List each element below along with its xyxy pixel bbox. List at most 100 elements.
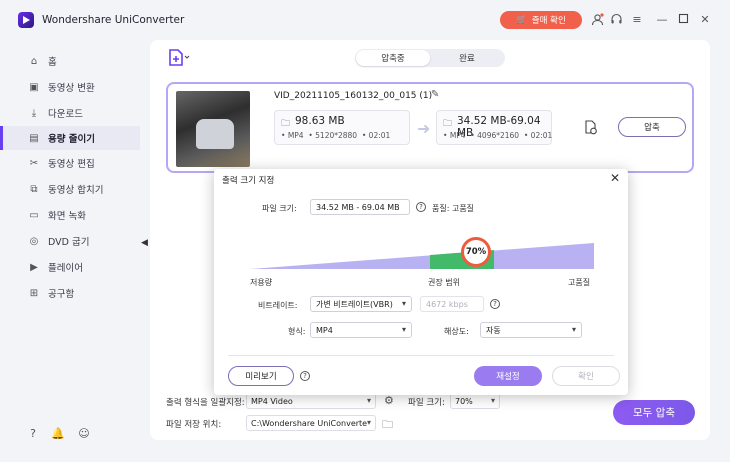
sidebar-item-edit[interactable]: ✂ 동영상 편집 [0, 151, 140, 175]
help-icon[interactable]: ? [26, 427, 40, 441]
source-duration: 02:01 [368, 131, 391, 140]
account-icon[interactable] [590, 13, 604, 27]
bitrate-mode-value: 가변 비트레이트(VBR) [316, 299, 393, 309]
save-path-label: 파일 저장 위치: [166, 420, 222, 430]
tab-completed[interactable]: 완료 [430, 50, 504, 66]
rename-icon[interactable]: ✎ [431, 89, 439, 100]
bitrate-mode-select[interactable]: 가변 비트레이트(VBR) ▾ [310, 296, 412, 312]
sidebar-item-player[interactable]: ▶ 플레이어 [0, 255, 140, 279]
add-file-icon[interactable] [168, 49, 190, 67]
buy-button-label: 즐매 확인 [531, 16, 566, 26]
bitrate-label: 비트레이트: [258, 301, 298, 310]
file-size-value: 70% [455, 396, 473, 406]
convert-icon: ▣ [29, 81, 39, 93]
app-logo-icon [18, 12, 34, 28]
format-select[interactable]: MP4 ▾ [310, 322, 412, 338]
chevron-down-icon: ▾ [401, 325, 406, 334]
status-tabs: 압축중 완료 [355, 49, 505, 67]
reset-button[interactable]: 재설정 [474, 366, 542, 386]
preview-button[interactable]: 미리보기 [228, 366, 294, 386]
merge-icon: ⧉ [30, 183, 38, 195]
disc-icon: ◎ [29, 235, 39, 247]
buy-button[interactable]: 🛒 즐매 확인 [500, 11, 582, 29]
quality-percent-badge[interactable]: 70% [461, 237, 491, 267]
format-label: 형식: [288, 327, 306, 336]
help-icon[interactable]: ? [300, 371, 310, 381]
scale-low-label: 저용량 [250, 278, 273, 287]
menu-icon[interactable]: ≡ [630, 13, 644, 27]
sidebar: ⌂ 홈 ▣ 동영상 변환 ⤓ 다운로드 ▤ 용량 줄이기 ✂ 동영상 편집 ⧉ … [0, 40, 140, 462]
sidebar-item-compress[interactable]: ▤ 용량 줄이기 [0, 126, 140, 150]
quality-label: 품질: 고품질 [432, 204, 475, 213]
headset-icon[interactable] [609, 13, 623, 27]
sidebar-item-convert[interactable]: ▣ 동영상 변환 [0, 75, 140, 99]
minimize-icon[interactable]: — [655, 13, 669, 27]
tab-compressing[interactable]: 압축중 [356, 50, 430, 66]
ok-button[interactable]: 확인 [552, 366, 620, 386]
resolution-label: 해상도: [444, 327, 469, 336]
close-icon[interactable]: ✕ [610, 171, 620, 185]
target-info: 🗀 34.52 MB-69.04 MB • MP4 • 4096*2160 • … [436, 110, 552, 145]
output-format-value: MP4 Video [251, 396, 293, 406]
sidebar-item-label: 화면 녹화 [48, 211, 86, 222]
save-path-select[interactable]: C:\Wondershare UniConverte ▾ [246, 415, 376, 431]
sidebar-item-label: 용량 줄이기 [48, 134, 96, 145]
output-size-dialog: 출력 크기 지정 ✕ 파일 크기: 34.52 MB - 69.04 MB ? … [214, 169, 628, 395]
sidebar-item-download[interactable]: ⤓ 다운로드 [0, 101, 140, 125]
sidebar-item-dvd[interactable]: ◎ DVD 굽기 [0, 229, 140, 253]
bitrate-value: 4672 kbps [426, 299, 468, 309]
output-format-select[interactable]: MP4 Video ▾ [246, 393, 376, 409]
settings-document-icon[interactable] [584, 120, 598, 138]
scale-high-label: 고품질 [568, 278, 591, 287]
toolbox-icon: ⊞ [29, 287, 39, 299]
sidebar-item-toolbox[interactable]: ⊞ 공구함 [0, 281, 140, 305]
target-resolution: 4096*2160 [477, 131, 520, 140]
source-size: 98.63 MB [295, 115, 345, 127]
help-icon[interactable]: ? [416, 202, 426, 212]
file-size-field-value: 34.52 MB - 69.04 MB [316, 202, 400, 212]
source-meta: • MP4 • 5120*2880 • 02:01 [281, 131, 391, 140]
dialog-title: 출력 크기 지정 [222, 176, 275, 186]
sidebar-item-home[interactable]: ⌂ 홈 [0, 49, 140, 73]
cart-icon: 🛒 [516, 15, 527, 25]
compress-all-button[interactable]: 모두 압축 [613, 400, 695, 425]
notification-bell-icon[interactable]: 🔔 [51, 427, 65, 441]
help-icon[interactable]: ? [490, 299, 500, 309]
title-bar: Wondershare UniConverter 🛒 즐매 확인 ≡ — ✕ [0, 0, 730, 40]
app-title: Wondershare UniConverter [42, 14, 185, 26]
quality-slider[interactable] [250, 231, 594, 275]
sidebar-item-label: 공구함 [48, 289, 75, 300]
maximize-icon[interactable] [676, 13, 690, 27]
close-window-icon[interactable]: ✕ [698, 13, 712, 27]
output-settings-icon[interactable]: ⚙ [384, 394, 394, 407]
chevron-down-icon: ▾ [366, 396, 371, 405]
file-size-select[interactable]: 70% ▾ [450, 393, 500, 409]
sidebar-item-label: 플레이어 [48, 263, 83, 274]
source-resolution: 5120*2880 [315, 131, 358, 140]
sidebar-item-screen-record[interactable]: ▭ 화면 녹화 [0, 203, 140, 227]
chevron-down-icon: ▾ [571, 325, 576, 334]
open-folder-icon[interactable]: 🗀 [382, 416, 393, 435]
bitrate-input[interactable]: 4672 kbps [420, 296, 484, 312]
resolution-select[interactable]: 자동 ▾ [480, 322, 582, 338]
file-size-field[interactable]: 34.52 MB - 69.04 MB [310, 199, 410, 215]
collapse-sidebar-icon[interactable]: ◀ [141, 238, 150, 252]
divider [228, 355, 614, 356]
source-format: MP4 [287, 131, 304, 140]
compress-button[interactable]: 압축 [618, 117, 686, 137]
target-meta: • MP4 • 4096*2160 • 02:01 [443, 131, 553, 140]
screen-record-icon: ▭ [29, 209, 39, 221]
sidebar-item-label: 동영상 변환 [48, 83, 95, 94]
bottom-file-size-label: 파일 크기: [408, 398, 445, 408]
sidebar-item-label: 다운로드 [48, 109, 83, 120]
source-info: 🗀 98.63 MB • MP4 • 5120*2880 • 02:01 [274, 110, 410, 145]
home-icon: ⌂ [30, 55, 38, 67]
file-size-label: 파일 크기: [262, 204, 297, 213]
chevron-down-icon: ▾ [366, 418, 371, 427]
feedback-icon[interactable]: ☺ [77, 427, 91, 441]
chevron-down-icon: ▾ [401, 299, 406, 308]
video-thumbnail[interactable] [176, 91, 250, 167]
sidebar-item-label: 홈 [48, 57, 57, 68]
sidebar-item-label: 동영상 합치기 [48, 185, 104, 196]
sidebar-item-merge[interactable]: ⧉ 동영상 합치기 [0, 177, 140, 201]
